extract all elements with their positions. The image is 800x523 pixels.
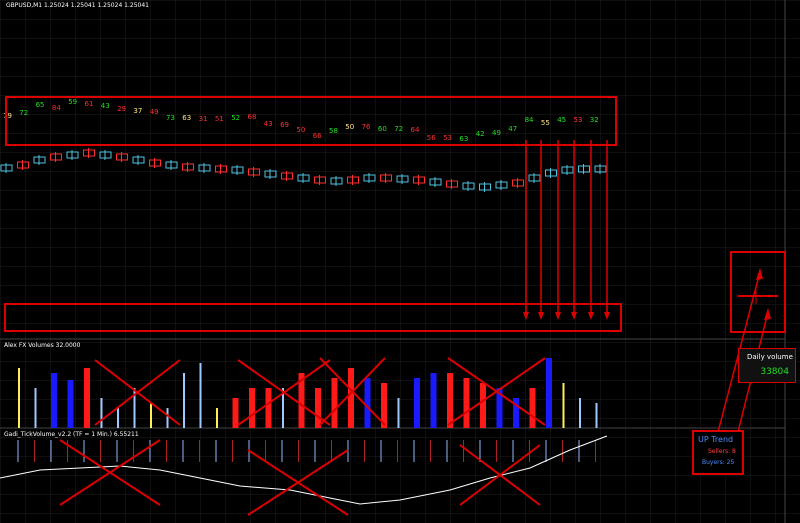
chart-canvas: 79 72 65 84 59 61 43 29 37 49 73 63 31 51 52 68 43 69 50 66…	[0, 0, 800, 523]
volume-bar	[595, 403, 598, 428]
volume-bar	[579, 398, 581, 428]
volume-bar	[480, 383, 486, 428]
volume-bar	[562, 383, 565, 428]
tick-number: 72	[19, 109, 28, 117]
volume-bar	[67, 380, 74, 428]
tick-number: 53	[443, 134, 452, 142]
tick-number: 43	[264, 120, 273, 128]
tick-number: 53	[574, 116, 583, 124]
tick-number: 31	[199, 115, 208, 123]
volume-bar	[529, 388, 536, 428]
daily-volume-box: Daily volume 33804	[738, 348, 796, 383]
tick-number: 50	[345, 123, 354, 131]
tick-number: 79	[3, 112, 12, 120]
tick-number: 64	[411, 126, 420, 134]
tick-number: 60	[378, 125, 387, 133]
tick-number: 47	[508, 125, 517, 133]
tick-number: 63	[182, 114, 191, 122]
tick-number: 61	[85, 100, 94, 108]
tick-number: 56	[427, 134, 436, 142]
tick-number: 37	[133, 107, 142, 115]
tick-number: 49	[150, 108, 159, 116]
daily-volume-value: 33804	[760, 367, 789, 377]
volume-bar	[84, 368, 90, 428]
trend-heading: UP Trend	[698, 435, 734, 444]
tick-number: 84	[52, 104, 61, 112]
volume-bar	[348, 368, 354, 428]
tick-number: 69	[280, 121, 289, 129]
volume-bar	[546, 358, 552, 428]
daily-volume-label: Daily volume	[747, 353, 793, 361]
volume-bar	[430, 373, 437, 428]
tick-number: 65	[36, 101, 45, 109]
volume-bar	[232, 398, 239, 428]
tick-number: 76	[362, 123, 371, 131]
tick-number: 29	[117, 105, 126, 113]
volume-bar	[199, 363, 202, 428]
tick-number: 68	[248, 113, 257, 121]
volume-bar	[117, 408, 119, 428]
volume-bar	[34, 388, 37, 428]
buyers-count: Buyers: 25	[702, 459, 735, 466]
tick-number: 50	[296, 126, 305, 134]
tick-number: 43	[101, 102, 110, 110]
volume-bar	[18, 368, 20, 428]
volume-bar	[414, 378, 420, 428]
volume-bar	[51, 373, 57, 428]
volume-bar	[100, 398, 103, 428]
volume-bar	[216, 408, 218, 428]
volume-bar	[331, 378, 338, 428]
tick-number: 63	[459, 135, 468, 143]
tick-number: 84	[525, 116, 534, 124]
volume-bar	[397, 398, 400, 428]
sellers-count: Sellers: 8	[708, 448, 736, 455]
volume-bar	[166, 408, 169, 428]
tick-number: 49	[492, 129, 501, 137]
tick-number: 73	[166, 114, 175, 122]
trend-panel: UP Trend Sellers: 8 Buyers: 25	[692, 430, 744, 475]
tick-indicator-title: Gadi_TickVolume_v2.2 (TF = 1 Min.) 6.552…	[4, 431, 139, 438]
tick-number: 42	[476, 130, 485, 138]
volume-bar	[364, 378, 371, 428]
tick-number: 45	[557, 116, 566, 124]
tick-number: 55	[541, 119, 550, 127]
volume-bar	[150, 403, 152, 428]
tick-number: 72	[394, 125, 403, 133]
volume-indicator-title: Alex FX Volumes 32.0000	[4, 342, 81, 349]
tick-number: 51	[215, 115, 224, 123]
tick-number: 58	[329, 127, 338, 135]
volume-bar	[249, 388, 255, 428]
tick-number: 32	[590, 116, 599, 124]
tick-number: 52	[231, 114, 240, 122]
volume-bar	[447, 373, 453, 428]
volume-bar	[463, 378, 470, 428]
volume-bar	[265, 388, 272, 428]
tick-number: 59	[68, 98, 77, 106]
tick-number: 66	[313, 132, 322, 140]
volume-bar	[315, 388, 321, 428]
volume-bar	[183, 373, 185, 428]
main-chart-title: GBPUSD,M1 1.25024 1.25041 1.25024 1.2504…	[6, 2, 149, 9]
